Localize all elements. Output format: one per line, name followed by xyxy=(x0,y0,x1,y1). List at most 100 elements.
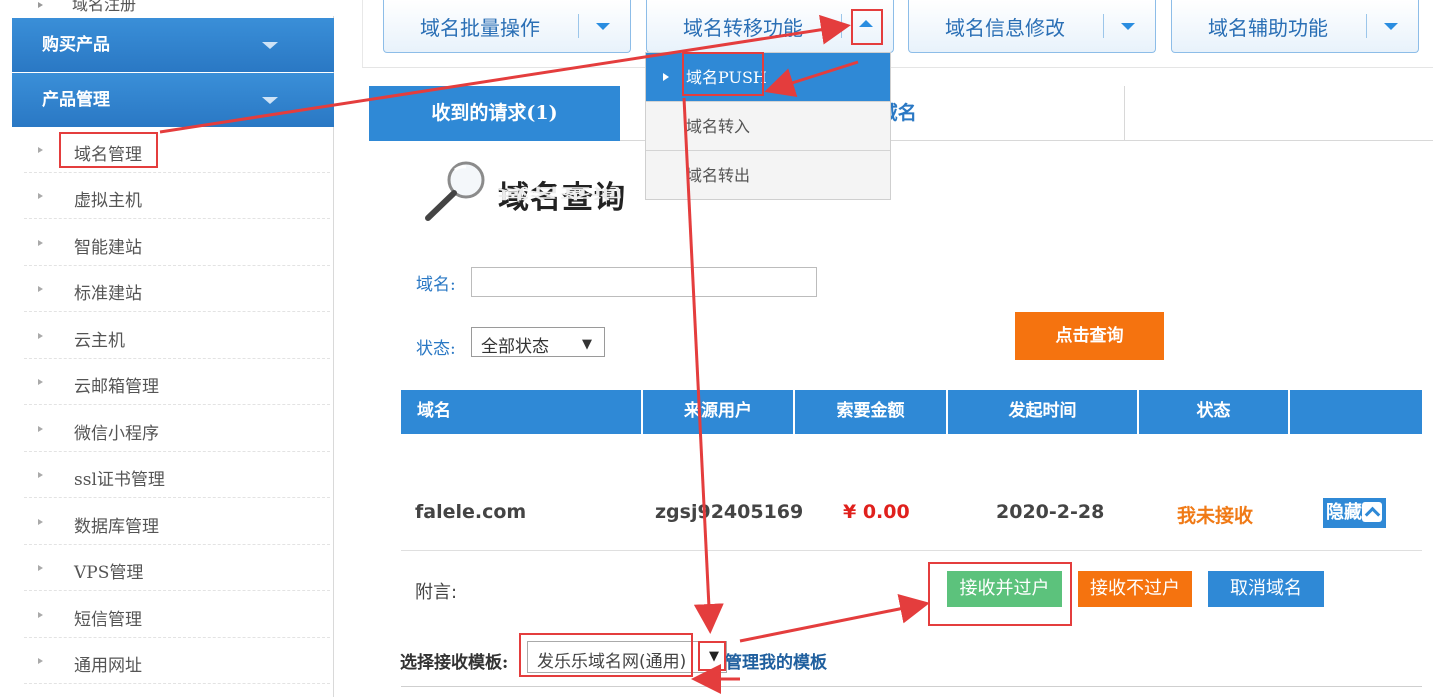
toolbar: 域名批量操作 域名转移功能 域名信息修改 域名辅助功能 xyxy=(362,0,1433,68)
sidebar-item-label: 标准建站 xyxy=(74,284,142,304)
menu-item-domain-transfer-out[interactable]: 域名转出 xyxy=(646,151,890,200)
sidebar-section-label: 产品管理 xyxy=(42,90,110,110)
info-modify-button[interactable]: 域名信息修改 xyxy=(908,0,1156,53)
template-select[interactable]: 发乐乐域名网(通用) ▼ xyxy=(527,641,727,673)
chevron-down-icon xyxy=(262,42,278,49)
accept-and-transfer-button[interactable]: 接收并过户 xyxy=(947,571,1062,607)
template-label: 选择接收模板: xyxy=(400,653,509,673)
logo-reflection: 域名查询 xyxy=(498,184,622,201)
sidebar-item-label: 数据库管理 xyxy=(74,517,159,537)
row-domain: falele.com xyxy=(415,501,527,523)
column-header-actions xyxy=(1290,390,1422,434)
chevron-up-icon[interactable] xyxy=(859,20,873,27)
sidebar-item-cloud-host[interactable]: 云主机 xyxy=(24,313,330,359)
divider xyxy=(841,14,842,38)
button-label: 域名辅助功能 xyxy=(1208,16,1328,40)
sidebar-item-generic-url[interactable]: 通用网址 xyxy=(24,638,330,684)
chevron-up-icon xyxy=(1362,502,1382,522)
transfer-functions-button[interactable]: 域名转移功能 xyxy=(646,0,894,53)
chevron-down-icon[interactable] xyxy=(1121,23,1135,30)
bullet-icon xyxy=(38,519,43,525)
caret-right-icon xyxy=(663,73,669,81)
sidebar-item-sms[interactable]: 短信管理 xyxy=(24,592,330,638)
row-time: 2020-2-28 xyxy=(996,501,1105,523)
bullet-icon xyxy=(38,286,43,292)
sidebar-item-vps[interactable]: VPS管理 xyxy=(24,545,330,591)
note-label: 附言: xyxy=(415,582,458,603)
sidebar-item-label: 通用网址 xyxy=(74,656,142,676)
sidebar-item-label: 短信管理 xyxy=(74,610,142,630)
chevron-down-icon[interactable] xyxy=(596,23,610,30)
query-button[interactable]: 点击查询 xyxy=(1015,312,1164,360)
sidebar-item-label: 云主机 xyxy=(74,331,125,351)
sidebar-section-label: 购买产品 xyxy=(42,35,110,55)
menu-item-label: 域名PUSH xyxy=(686,68,767,87)
magnifier-icon xyxy=(425,161,485,221)
row-divider xyxy=(401,550,1422,551)
sidebar-item-label: 域名注册 xyxy=(72,0,137,14)
bottom-divider xyxy=(401,686,1422,687)
divider xyxy=(578,14,579,38)
sidebar-item-label: 云邮箱管理 xyxy=(74,377,159,397)
sidebar-item-partial[interactable]: 域名注册 xyxy=(12,0,334,16)
domain-input[interactable] xyxy=(471,267,817,297)
sidebar-item-label: 域名管理 xyxy=(74,145,142,165)
chevron-down-icon xyxy=(262,97,278,104)
sidebar-item-wechat-mini-program[interactable]: 微信小程序 xyxy=(24,406,330,452)
domain-search-logo: 域名查询 域名查询 xyxy=(420,158,640,230)
menu-item-label: 域名转出 xyxy=(686,166,751,185)
bullet-icon xyxy=(38,147,43,153)
sidebar-section-product-management[interactable]: 产品管理 xyxy=(12,73,334,127)
button-label: 域名批量操作 xyxy=(420,16,540,40)
button-label: 域名转移功能 xyxy=(683,16,803,40)
row-status: 我未接收 xyxy=(1177,505,1254,527)
sidebar-item-ssl[interactable]: ssl证书管理 xyxy=(24,452,330,498)
row-source-user: zgsj92405169 xyxy=(655,501,804,523)
bullet-icon xyxy=(38,426,43,432)
sidebar-item-label: 虚拟主机 xyxy=(74,191,142,211)
sidebar-section-buy-products[interactable]: 购买产品 xyxy=(12,18,334,72)
transfer-dropdown-menu: 域名PUSH 域名转入 域名转出 xyxy=(645,52,891,200)
sidebar-item-smart-site[interactable]: 智能建站 xyxy=(24,220,330,266)
bullet-icon xyxy=(38,612,43,618)
status-select-value: 全部状态 xyxy=(481,337,549,357)
table-header: 域名 来源用户 索要金额 发起时间 状态 xyxy=(401,390,1422,434)
menu-item-label: 域名转入 xyxy=(686,117,751,136)
tab-label: 收到的请求(1) xyxy=(431,102,558,124)
sidebar-item-cloud-mail[interactable]: 云邮箱管理 xyxy=(24,359,330,405)
button-label: 域名信息修改 xyxy=(945,16,1065,40)
chevron-down-icon[interactable] xyxy=(1384,23,1398,30)
bullet-icon xyxy=(38,565,43,571)
bullet-icon xyxy=(38,193,43,199)
cancel-domain-button[interactable]: 取消域名 xyxy=(1208,571,1324,607)
auxiliary-functions-button[interactable]: 域名辅助功能 xyxy=(1171,0,1419,53)
divider xyxy=(1103,14,1104,38)
status-select[interactable]: 全部状态 ▼ xyxy=(471,327,605,357)
batch-operations-button[interactable]: 域名批量操作 xyxy=(383,0,631,53)
sidebar-item-standard-site[interactable]: 标准建站 xyxy=(24,266,330,312)
accept-no-transfer-button[interactable]: 接收不过户 xyxy=(1078,571,1192,607)
sidebar: 域名注册 购买产品 产品管理 域名管理 虚拟主机 智能建站 标准建站 云主机 云… xyxy=(12,0,334,697)
column-header-amount: 索要金额 xyxy=(795,390,948,434)
column-header-source-user: 来源用户 xyxy=(643,390,795,434)
sidebar-item-label: 微信小程序 xyxy=(74,424,159,444)
sidebar-item-virtual-host[interactable]: 虚拟主机 xyxy=(24,173,330,219)
column-header-status: 状态 xyxy=(1139,390,1290,434)
menu-item-domain-push[interactable]: 域名PUSH xyxy=(646,53,890,102)
tab-received-requests[interactable]: 收到的请求(1) xyxy=(369,86,620,141)
sidebar-item-database[interactable]: 数据库管理 xyxy=(24,499,330,545)
row-amount: ¥ 0.00 xyxy=(843,501,910,523)
sidebar-item-label: 智能建站 xyxy=(74,238,142,258)
sidebar-item-label: VPS管理 xyxy=(74,563,144,583)
column-header-domain: 域名 xyxy=(401,390,643,434)
menu-item-domain-transfer-in[interactable]: 域名转入 xyxy=(646,102,890,151)
status-label: 状态: xyxy=(416,339,456,359)
domain-label: 域名: xyxy=(416,275,456,295)
hide-button[interactable]: 隐藏 xyxy=(1323,498,1386,528)
bullet-icon xyxy=(38,658,43,664)
chevron-down-icon: ▼ xyxy=(582,337,592,352)
sidebar-item-domain-management[interactable]: 域名管理 xyxy=(24,127,330,173)
manage-templates-link[interactable]: 管理我的模板 xyxy=(725,648,827,673)
bullet-icon xyxy=(38,240,43,246)
hide-label: 隐藏 xyxy=(1326,502,1362,523)
